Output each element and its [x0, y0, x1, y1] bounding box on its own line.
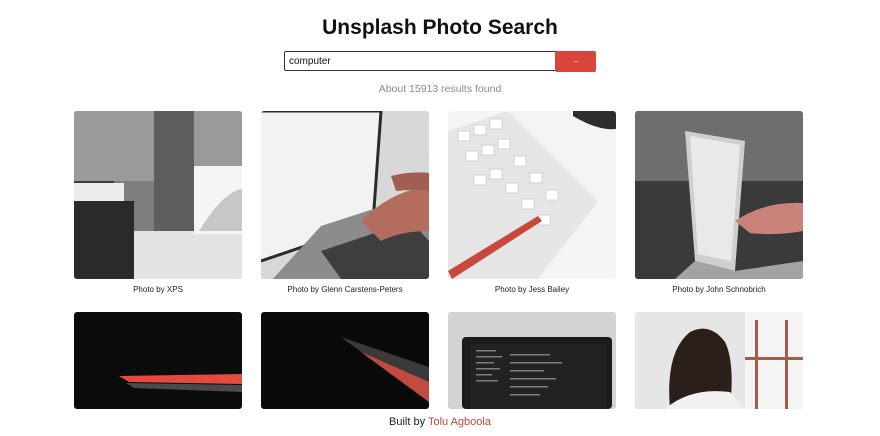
photo-image	[261, 312, 429, 409]
photo-thumbnail[interactable]	[448, 312, 616, 409]
photo-card	[261, 312, 429, 409]
photo-card	[635, 312, 803, 409]
photo-card	[74, 312, 242, 409]
photo-image	[448, 312, 616, 409]
photo-image	[74, 312, 242, 409]
photo-card: Photo by John Schnobrich	[635, 111, 803, 294]
photo-card: Photo by XPS	[74, 111, 242, 294]
photo-thumbnail[interactable]	[74, 111, 242, 279]
photo-thumbnail[interactable]	[448, 111, 616, 279]
photo-card	[448, 312, 616, 409]
photo-thumbnail[interactable]	[635, 111, 803, 279]
results-count: About 15913 results found	[378, 83, 502, 95]
photo-thumbnail[interactable]	[261, 312, 429, 409]
photo-thumbnail[interactable]	[74, 312, 242, 409]
photo-caption: Photo by Jess Bailey	[494, 285, 570, 294]
photo-image	[635, 111, 803, 279]
footer-prefix: Built by	[389, 416, 426, 428]
photo-caption: Photo by XPS	[133, 285, 183, 294]
photo-thumbnail[interactable]	[261, 111, 429, 279]
photo-card: Photo by Jess Bailey	[448, 111, 616, 294]
author-link[interactable]: Tolu Agboola	[428, 416, 491, 428]
search-button[interactable]	[555, 51, 596, 72]
photo-image	[74, 111, 242, 279]
photo-image	[261, 111, 429, 279]
photo-image	[635, 312, 803, 409]
photo-thumbnail[interactable]	[635, 312, 803, 409]
footer: Built by Tolu Agboola	[0, 416, 880, 428]
search-button-icon	[573, 61, 578, 62]
photo-image	[448, 111, 616, 279]
photo-card: Photo by Glenn Carstens-Peters	[261, 111, 429, 294]
photo-caption: Photo by Glenn Carstens-Peters	[287, 285, 403, 294]
search-input[interactable]	[284, 51, 558, 71]
page-title: Unsplash Photo Search	[322, 16, 558, 39]
photo-caption: Photo by John Schnobrich	[672, 285, 766, 294]
search-bar	[284, 51, 596, 73]
